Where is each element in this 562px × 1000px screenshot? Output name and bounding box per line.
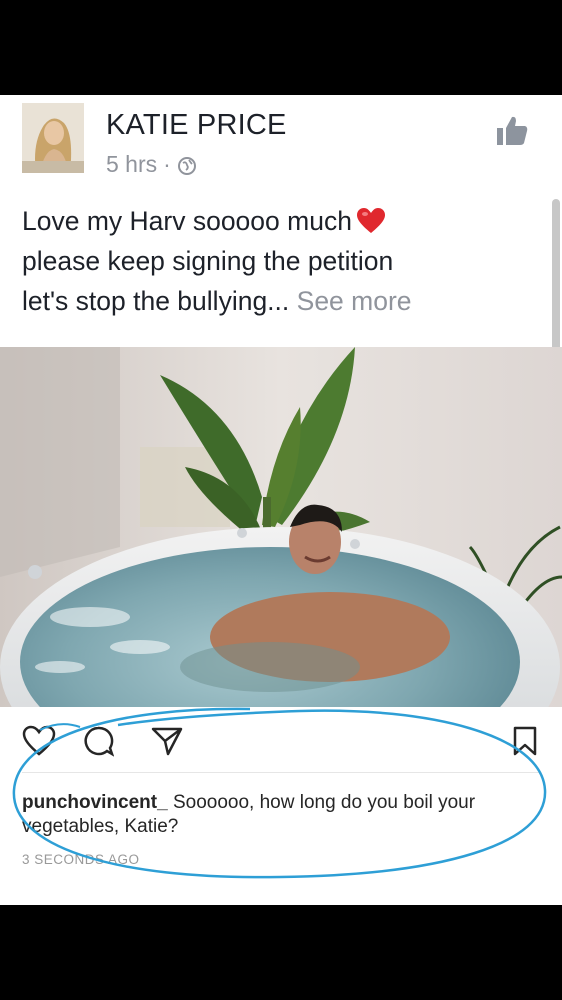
bookmark-icon[interactable]	[512, 725, 538, 762]
post-header: KATIE PRICE 5 hrs ·	[0, 95, 562, 190]
post-text-line: let's stop the bullying... See more	[22, 281, 532, 321]
avatar[interactable]	[22, 103, 84, 173]
comment-timestamp: 3 SECONDS AGO	[22, 852, 140, 867]
meta-separator: ·	[163, 151, 171, 177]
facebook-post: KATIE PRICE 5 hrs · Love my Harv sooooo …	[0, 95, 562, 905]
post-photo[interactable]	[0, 347, 562, 707]
bottom-black-bar	[0, 905, 562, 1000]
author-name[interactable]: KATIE PRICE	[106, 109, 287, 142]
comment-icon[interactable]	[82, 725, 115, 762]
post-meta: 5 hrs ·	[106, 151, 197, 178]
comment-username[interactable]: punchovincent_	[22, 792, 168, 813]
heart-icon[interactable]	[22, 725, 56, 762]
instagram-actions	[0, 717, 562, 767]
thumbs-up-icon[interactable]	[494, 113, 530, 149]
share-icon[interactable]	[150, 725, 184, 762]
post-body: Love my Harv sooooo much please keep sig…	[22, 201, 532, 321]
post-text-line3: let's stop the bullying...	[22, 286, 290, 316]
red-heart-icon	[356, 206, 386, 234]
divider	[22, 772, 540, 773]
instagram-comment: punchovincent_ Soooooo, how long do you …	[22, 791, 542, 839]
post-time[interactable]: 5 hrs	[106, 151, 157, 178]
top-black-bar	[0, 0, 562, 95]
post-text-line1: Love my Harv sooooo much	[22, 206, 352, 236]
post-text-line2: please keep signing the petition	[22, 246, 394, 276]
see-more-link[interactable]: See more	[297, 286, 412, 316]
post-text-line: Love my Harv sooooo much	[22, 201, 532, 241]
globe-icon	[177, 155, 197, 175]
